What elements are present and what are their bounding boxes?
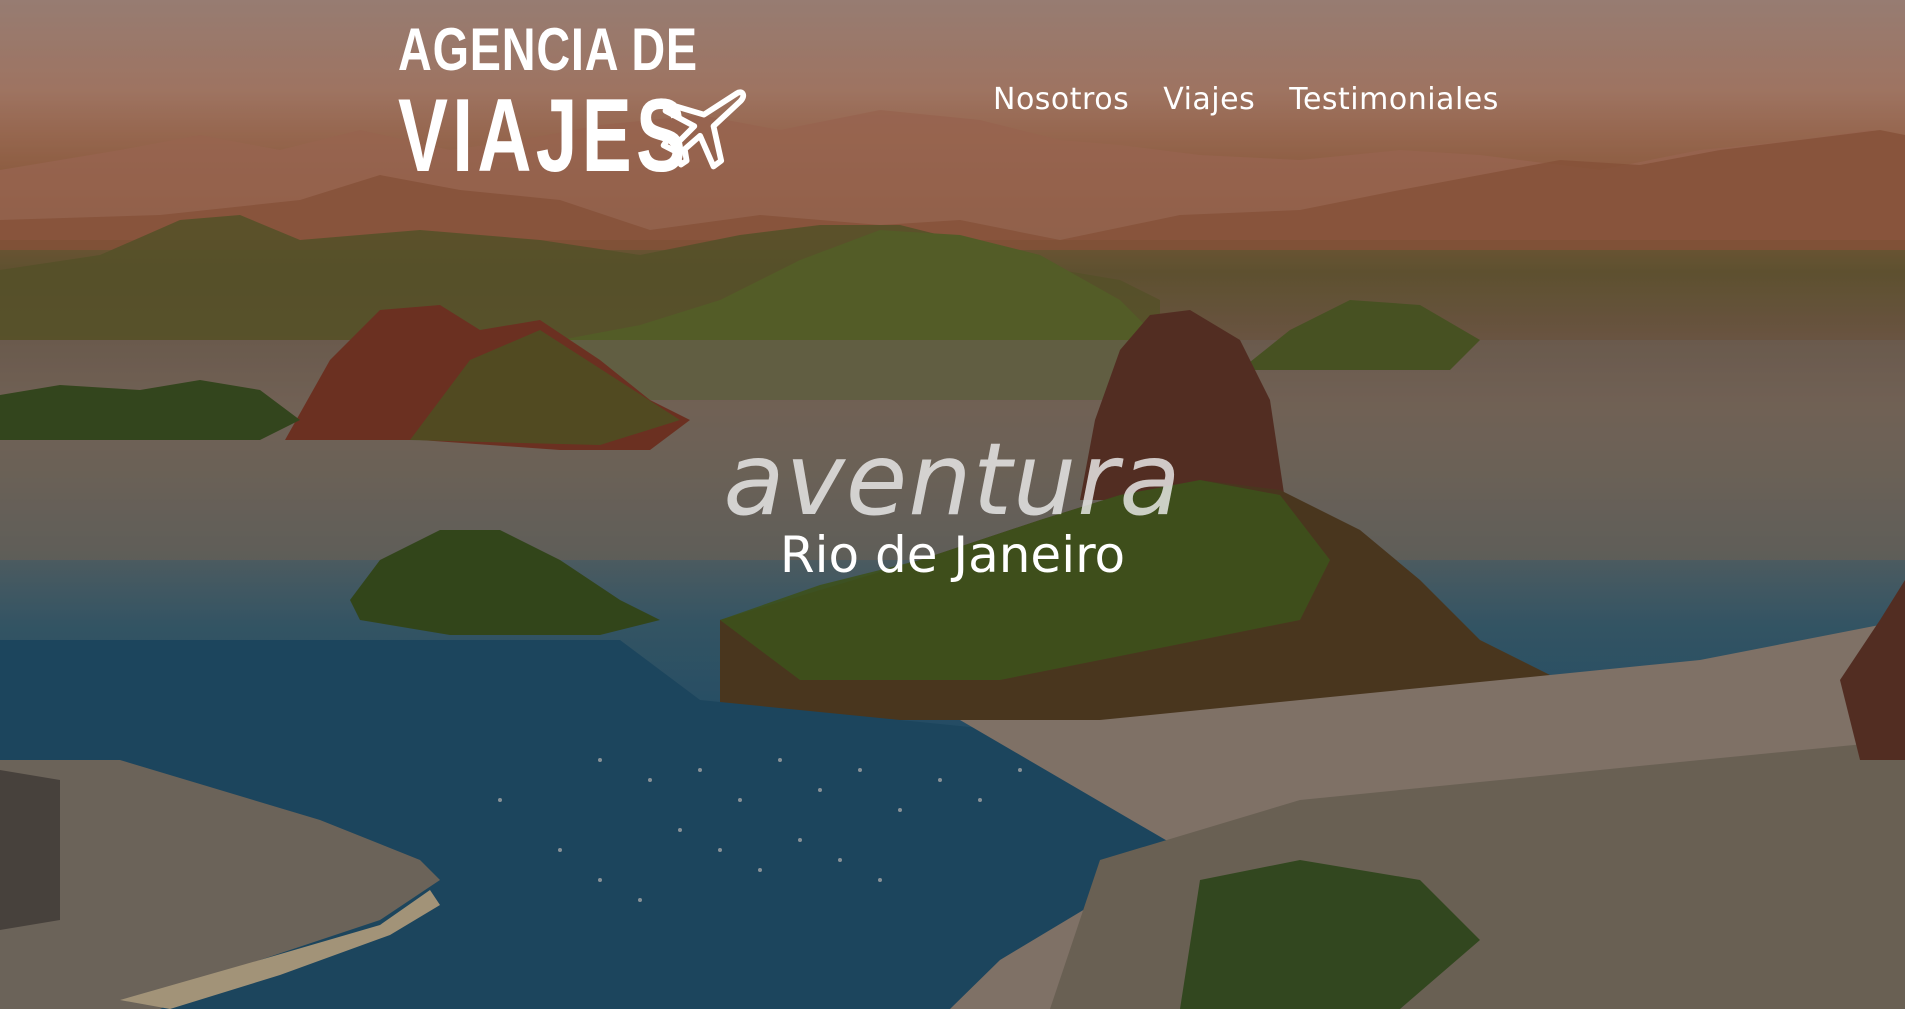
logo-line-agencia: AGENCIA DE xyxy=(398,16,698,83)
nav-link-testimoniales[interactable]: Testimoniales xyxy=(1289,82,1499,117)
nav-link-nosotros[interactable]: Nosotros xyxy=(993,82,1129,117)
airplane-icon xyxy=(660,89,747,170)
hero-subtitle: Rio de Janeiro xyxy=(779,526,1126,584)
brand-logo[interactable]: AGENCIA DE VIAJES xyxy=(398,16,758,188)
main-nav: Nosotros Viajes Testimoniales xyxy=(993,82,1499,117)
nav-link-viajes[interactable]: Viajes xyxy=(1163,82,1255,117)
hero-banner: AGENCIA DE VIAJES Nosotros Viajes Testim… xyxy=(0,0,1905,1009)
hero-tagline: aventura xyxy=(723,421,1182,538)
logo-line-viajes: VIAJES xyxy=(398,78,691,194)
